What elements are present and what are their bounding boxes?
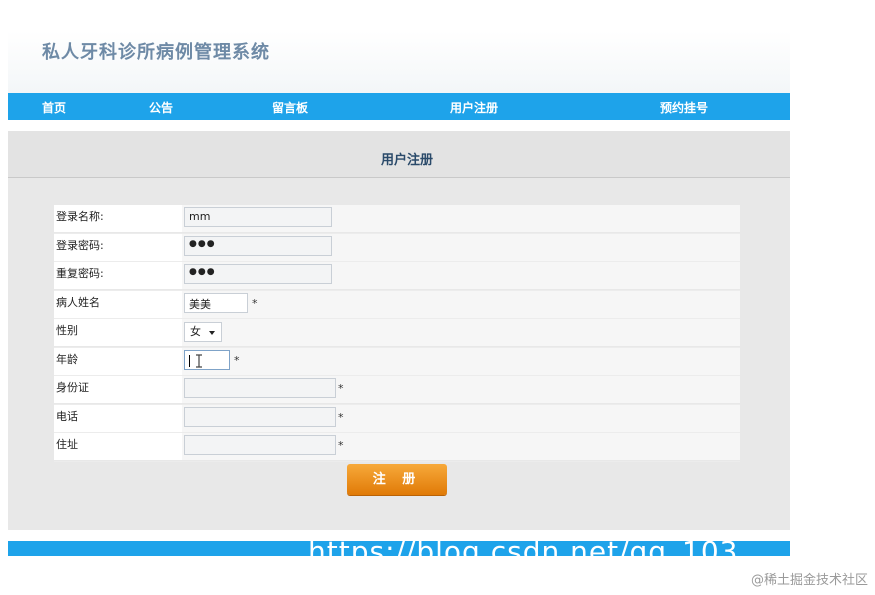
page-title: 用户注册 [380, 153, 433, 168]
login-name-input[interactable]: mm [184, 207, 332, 227]
form-row-password: 登录密码: ●●● [54, 233, 740, 262]
password-input[interactable]: ●●● [184, 235, 332, 256]
patient-name-input[interactable]: 美美 [184, 292, 248, 313]
required-mark: * [252, 296, 258, 310]
register-form: 登录名称: mm 登录密码: ●●● 重复密码: ●●● 病人姓名 美美 * 性… [54, 205, 740, 462]
age-label: 年龄 [54, 347, 182, 375]
nav-item-announcement[interactable]: 公告 [149, 99, 173, 116]
gender-selected-value: 女 [190, 325, 201, 338]
chevron-down-icon [209, 331, 215, 335]
footer-bar: https://blog.csdn.net/qq_103 [8, 541, 790, 556]
repeat-password-input[interactable]: ●●● [184, 264, 332, 284]
ibeam-cursor-icon [196, 353, 202, 368]
required-mark: * [338, 410, 344, 424]
required-mark: * [338, 382, 344, 395]
form-row-login-name: 登录名称: mm [54, 205, 740, 234]
form-row-age: 年龄 * [54, 347, 740, 376]
form-row-id-card: 身份证 * [54, 376, 740, 405]
patient-name-label: 病人姓名 [54, 290, 182, 318]
nav-item-user-register[interactable]: 用户注册 [450, 99, 498, 116]
required-mark: * [338, 439, 344, 452]
gender-label: 性别 [54, 319, 182, 346]
nav-item-appointment[interactable]: 预约挂号 [660, 99, 708, 116]
content-header: 用户注册 [8, 131, 790, 178]
site-header: 私人牙科诊所病例管理系统 [8, 31, 790, 93]
main-navbar: 首页 公告 留言板 用户注册 预约挂号 [8, 93, 790, 120]
form-row-address: 住址 * [54, 433, 740, 462]
address-input[interactable] [184, 435, 336, 455]
nav-item-home[interactable]: 首页 [42, 99, 66, 116]
site-title: 私人牙科诊所病例管理系统 [42, 42, 270, 63]
page: 私人牙科诊所病例管理系统 首页 公告 留言板 用户注册 预约挂号 用户注册 登录… [0, 0, 875, 595]
nav-item-message-board[interactable]: 留言板 [272, 99, 308, 116]
id-card-input[interactable] [184, 378, 336, 398]
content-panel: 用户注册 登录名称: mm 登录密码: ●●● 重复密码: ●●● 病人姓名 美… [8, 131, 790, 530]
form-row-patient-name: 病人姓名 美美 * [54, 290, 740, 319]
repeat-password-label: 重复密码: [54, 262, 182, 289]
form-row-gender: 性别 女 [54, 319, 740, 348]
footer-url-watermark: https://blog.csdn.net/qq_103 [308, 541, 739, 556]
id-card-label: 身份证 [54, 376, 182, 403]
register-button[interactable]: 注 册 [347, 464, 447, 495]
text-cursor-icon [189, 354, 190, 367]
form-row-repeat-password: 重复密码: ●●● [54, 262, 740, 291]
phone-input[interactable] [184, 406, 336, 427]
password-label: 登录密码: [54, 233, 182, 261]
required-mark: * [234, 353, 240, 367]
phone-label: 电话 [54, 404, 182, 432]
gender-select[interactable]: 女 [184, 322, 222, 342]
site-watermark: @稀土掘金技术社区 [750, 573, 868, 588]
address-label: 住址 [54, 433, 182, 460]
form-row-phone: 电话 * [54, 404, 740, 433]
login-name-label: 登录名称: [54, 205, 182, 232]
age-input[interactable] [184, 349, 230, 370]
